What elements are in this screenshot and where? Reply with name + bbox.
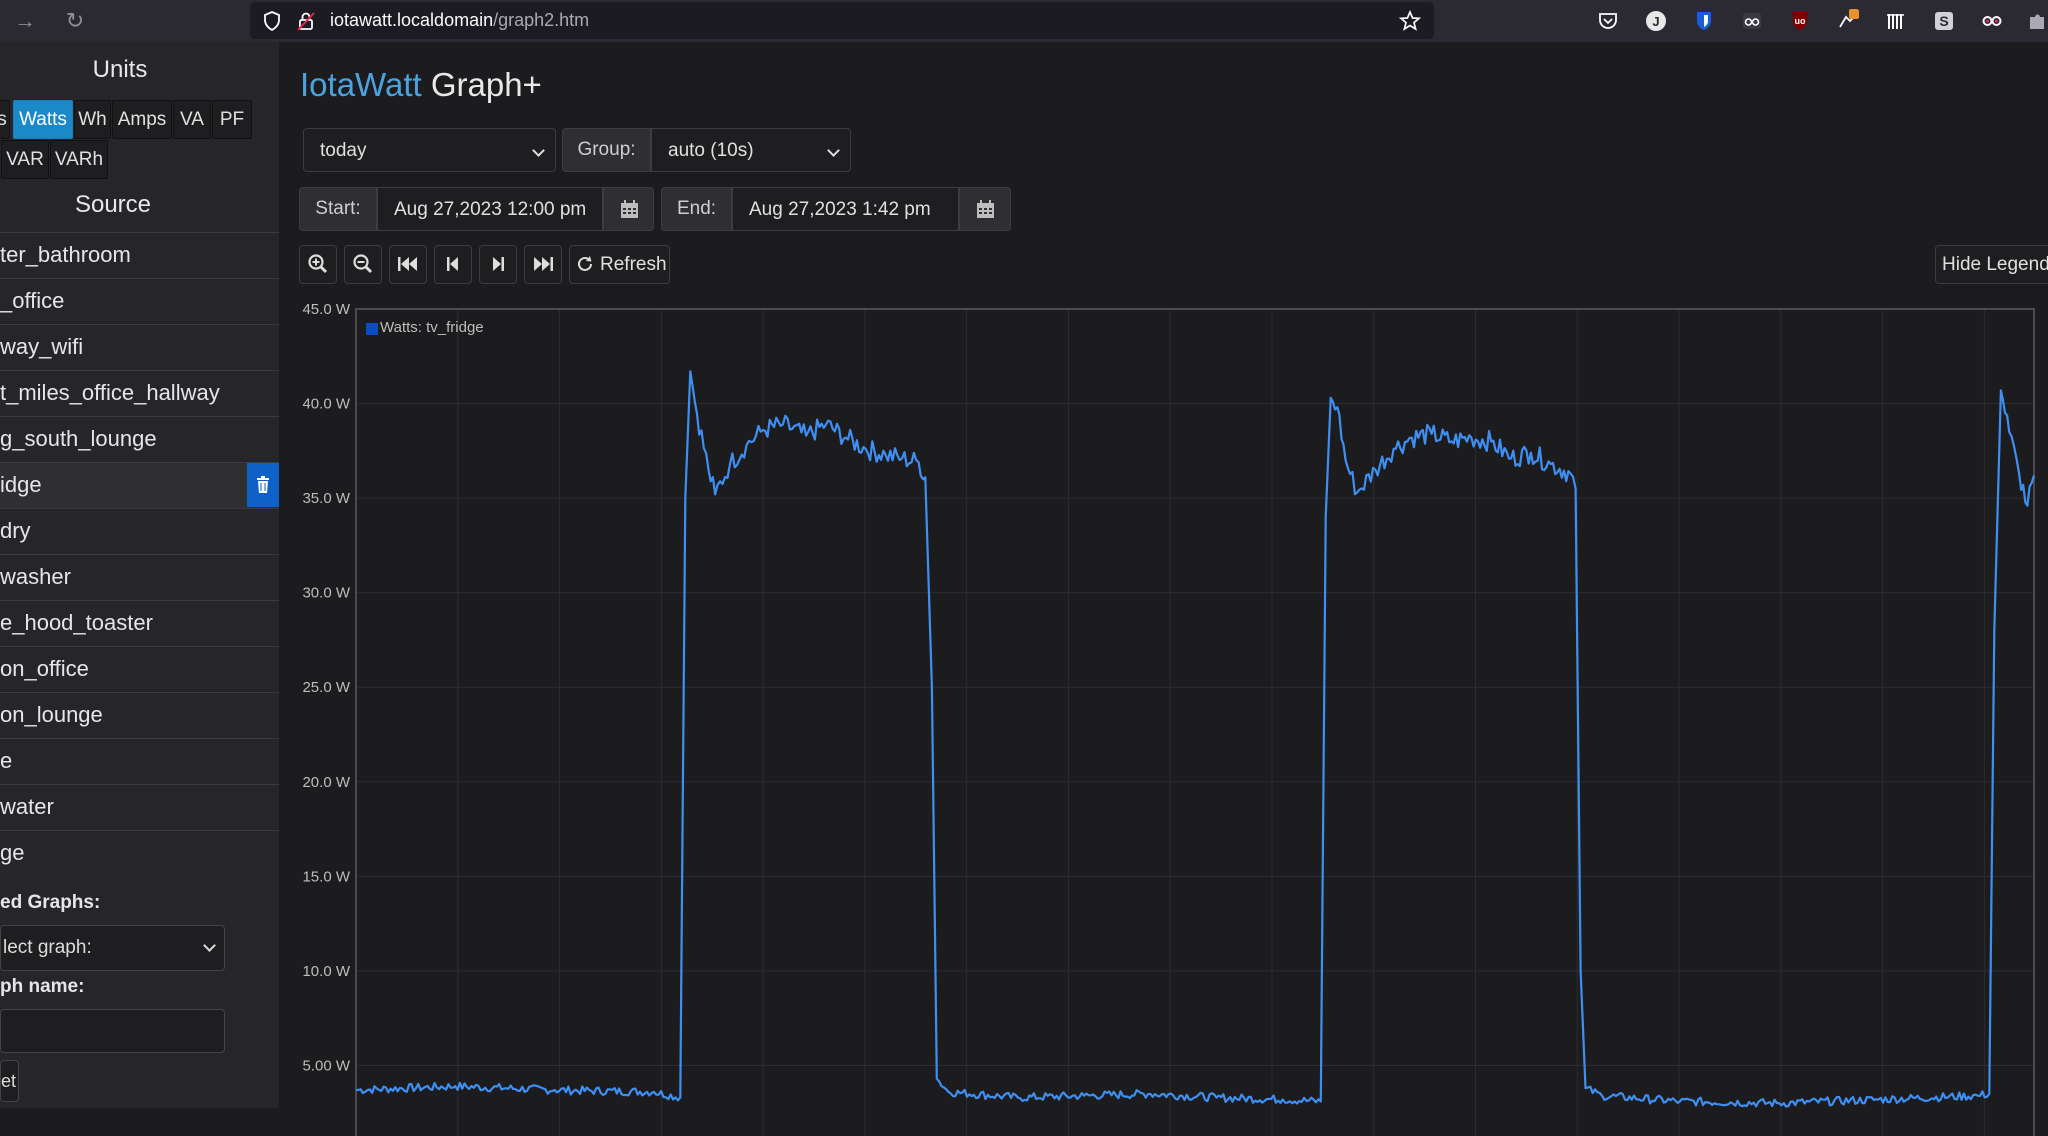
plot-area-frame [355,308,2035,1136]
y-axis-ticks: 5.00 W 10.0 W 15.0 W 20.0 W 25.0 W 30.0 W 35.0… [302,301,350,1074]
y-tick-label: 35.0 W [302,490,350,507]
y-tick-label: 20.0 W [302,774,350,791]
y-tick-label: 40.0 W [302,396,350,413]
y-tick-label: 5.00 W [302,1057,350,1074]
series-layer [356,370,2036,1108]
y-tick-label: 30.0 W [302,585,350,602]
y-tick-label: 45.0 W [302,301,350,318]
chart-legend[interactable]: Watts: tv_fridge [366,319,484,336]
y-tick-label: 25.0 W [302,679,350,696]
legend-swatch [366,323,378,335]
y-tick-label: 10.0 W [302,963,350,980]
y-tick-label: 15.0 W [302,868,350,885]
series-line-tv-fridge [356,370,2036,1108]
chart-grid [355,308,2034,1136]
power-chart: 5.00 W 10.0 W 15.0 W 20.0 W 25.0 W 30.0 W 35.0… [302,301,2036,1136]
legend-label: Watts: tv_fridge [380,319,484,336]
